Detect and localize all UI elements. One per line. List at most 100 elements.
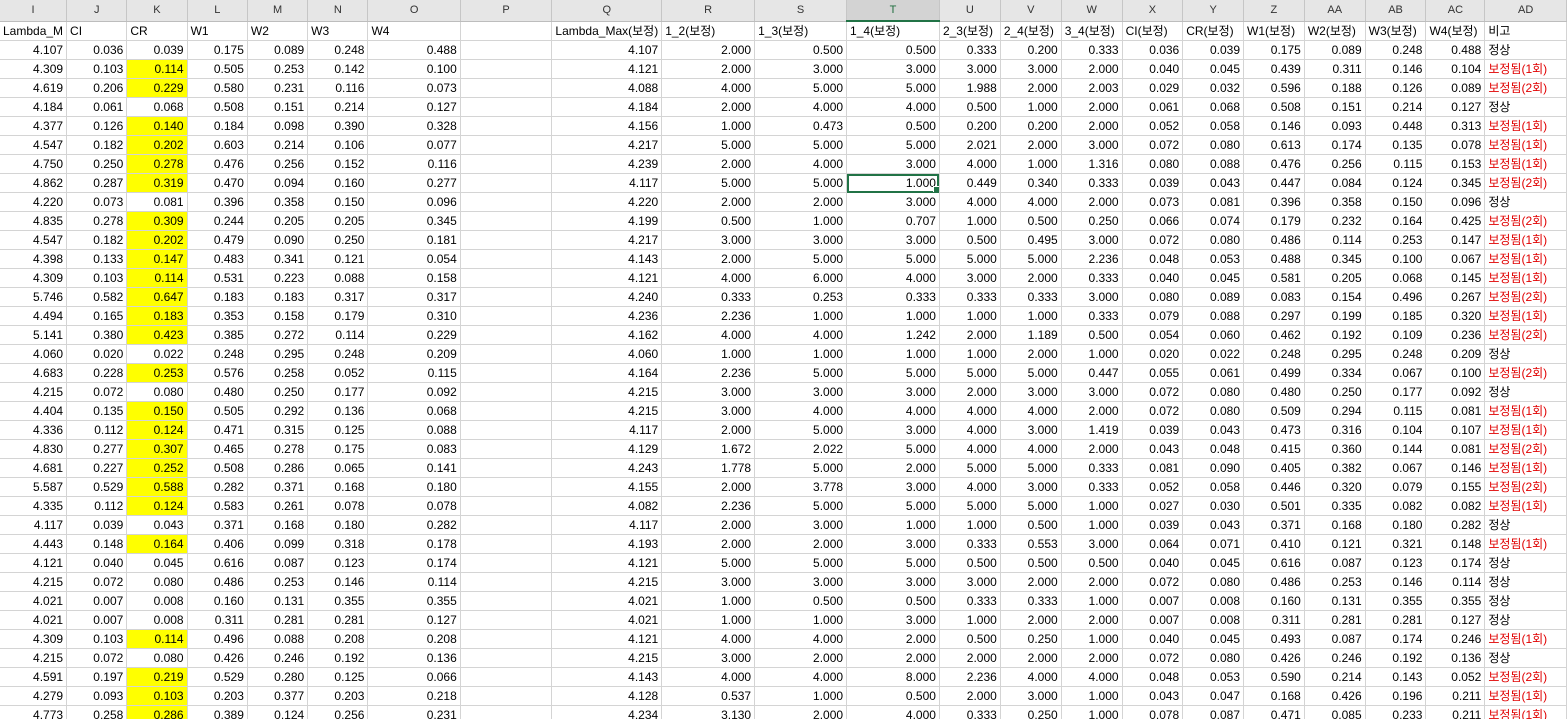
- cell-aa[interactable]: 0.114: [1304, 230, 1366, 250]
- cell-ac[interactable]: 0.104: [1425, 59, 1486, 79]
- cell-z[interactable]: 0.596: [1243, 78, 1305, 98]
- cell-q[interactable]: 4.215: [551, 648, 663, 668]
- cell-ad[interactable]: 보정됨(1회): [1484, 230, 1567, 250]
- cell-k[interactable]: 0.008: [126, 591, 188, 611]
- cell-r[interactable]: 2.236: [661, 306, 756, 326]
- cell-aa[interactable]: 0.345: [1304, 249, 1366, 269]
- cell-ac[interactable]: 0.313: [1425, 116, 1486, 136]
- cell-q[interactable]: 4.215: [551, 382, 663, 402]
- cell-y[interactable]: 0.080: [1182, 401, 1245, 421]
- cell-s[interactable]: 4.000: [754, 629, 848, 649]
- cell-ac[interactable]: 0.100: [1425, 363, 1486, 383]
- cell-aa[interactable]: 0.320: [1304, 477, 1366, 497]
- cell-t[interactable]: 5.000: [846, 363, 940, 383]
- cell-u[interactable]: 0.500: [939, 230, 1001, 250]
- column-header-m[interactable]: M: [247, 0, 309, 22]
- cell-y[interactable]: 0.071: [1182, 534, 1245, 554]
- cell-u[interactable]: 0.333: [939, 591, 1001, 611]
- cell-ad[interactable]: 보정됨(1회): [1484, 705, 1567, 719]
- cell-ad[interactable]: 정상: [1484, 192, 1567, 212]
- cell-q[interactable]: 4.156: [551, 116, 663, 136]
- cell-w[interactable]: 2.000: [1061, 97, 1123, 117]
- cell-w[interactable]: 3.000: [1061, 230, 1123, 250]
- cell-q[interactable]: 4.155: [551, 477, 663, 497]
- cell-o[interactable]: 0.115: [367, 363, 461, 383]
- cell-ac[interactable]: 0.488: [1425, 40, 1486, 60]
- cell-z[interactable]: 0.613: [1243, 135, 1305, 155]
- cell-k[interactable]: 0.008: [126, 610, 188, 630]
- cell-u[interactable]: 0.333: [939, 534, 1001, 554]
- cell-v[interactable]: 5.000: [1000, 249, 1062, 269]
- cell-x[interactable]: 0.043: [1122, 439, 1184, 459]
- cell-p[interactable]: [460, 97, 553, 117]
- cell-o[interactable]: 0.077: [367, 135, 461, 155]
- cell-ad[interactable]: 정상: [1484, 553, 1567, 573]
- cell-ad[interactable]: 정상: [1484, 572, 1567, 592]
- cell-q[interactable]: 4.143: [551, 667, 663, 687]
- cell-t[interactable]: 4.000: [846, 97, 940, 117]
- cell-t[interactable]: 0.500: [846, 40, 940, 60]
- cell-q[interactable]: 4.129: [551, 439, 663, 459]
- cell-n[interactable]: 0.248: [307, 40, 369, 60]
- cell-k[interactable]: 0.114: [126, 629, 188, 649]
- cell-u[interactable]: 2.021: [939, 135, 1001, 155]
- cell-i[interactable]: 4.750: [0, 154, 68, 174]
- cell-r[interactable]: 4.000: [661, 667, 756, 687]
- cell-u[interactable]: 5.000: [939, 249, 1001, 269]
- cell-z[interactable]: 0.396: [1243, 192, 1305, 212]
- cell-t[interactable]: 3.000: [846, 230, 940, 250]
- cell-ad[interactable]: 정상: [1484, 97, 1567, 117]
- cell-n[interactable]: 0.114: [307, 325, 369, 345]
- cell-x[interactable]: 0.064: [1122, 534, 1184, 554]
- cell-k[interactable]: 0.286: [126, 705, 188, 719]
- cell-ac[interactable]: 0.092: [1425, 382, 1486, 402]
- cell-aa[interactable]: 0.382: [1304, 458, 1366, 478]
- cell-l[interactable]: 0.282: [187, 477, 248, 497]
- cell-p[interactable]: [460, 477, 553, 497]
- cell-z[interactable]: 0.410: [1243, 534, 1305, 554]
- cell-n[interactable]: 0.180: [307, 515, 369, 535]
- cell-l[interactable]: 0.389: [187, 705, 248, 719]
- cell-p[interactable]: [460, 648, 553, 668]
- cell-l[interactable]: 0.470: [187, 173, 248, 193]
- cell-p[interactable]: [460, 705, 553, 719]
- cell-ab[interactable]: 0.196: [1365, 686, 1427, 706]
- cell-k[interactable]: 0.103: [126, 686, 188, 706]
- cell-r[interactable]: 5.000: [661, 173, 756, 193]
- cell-p[interactable]: [460, 439, 553, 459]
- cell-i[interactable]: 4.215: [0, 648, 68, 668]
- cell-o[interactable]: 0.345: [367, 211, 461, 231]
- cell-k[interactable]: 0.183: [126, 306, 188, 326]
- spreadsheet-grid[interactable]: I J K L M N O P Q R S T U V W X Y Z AA AB AC AD Lambda_M CI CR W…: [0, 0, 1567, 719]
- cell-aa[interactable]: 0.294: [1304, 401, 1366, 421]
- cell-p[interactable]: [460, 363, 553, 383]
- cell-w[interactable]: 2.000: [1061, 192, 1123, 212]
- cell-y[interactable]: 0.080: [1182, 382, 1245, 402]
- cell-j[interactable]: 0.278: [66, 211, 128, 231]
- cell-r[interactable]: 3.000: [661, 648, 756, 668]
- cell-aa[interactable]: 0.085: [1304, 705, 1366, 719]
- column-header-x[interactable]: X: [1122, 0, 1184, 22]
- cell-v[interactable]: 2.000: [1000, 572, 1062, 592]
- cell-ab[interactable]: 0.150: [1365, 192, 1427, 212]
- header-cell-ac[interactable]: W4(보정): [1425, 21, 1486, 41]
- cell-ac[interactable]: 0.082: [1425, 496, 1486, 516]
- cell-n[interactable]: 0.318: [307, 534, 369, 554]
- cell-ad[interactable]: 정상: [1484, 382, 1567, 402]
- cell-r[interactable]: 3.000: [661, 572, 756, 592]
- cell-aa[interactable]: 0.232: [1304, 211, 1366, 231]
- cell-x[interactable]: 0.040: [1122, 553, 1184, 573]
- cell-r[interactable]: 0.333: [661, 287, 756, 307]
- cell-i[interactable]: 4.215: [0, 572, 68, 592]
- cell-i[interactable]: 4.835: [0, 211, 68, 231]
- cell-ac[interactable]: 0.145: [1425, 268, 1486, 288]
- cell-n[interactable]: 0.168: [307, 477, 369, 497]
- cell-l[interactable]: 0.529: [187, 667, 248, 687]
- cell-p[interactable]: [460, 59, 553, 79]
- cell-y[interactable]: 0.068: [1182, 97, 1245, 117]
- cell-q[interactable]: 4.121: [551, 59, 663, 79]
- header-cell-m[interactable]: W2: [247, 21, 309, 41]
- cell-j[interactable]: 0.103: [66, 629, 128, 649]
- cell-z[interactable]: 0.480: [1243, 382, 1305, 402]
- cell-ad[interactable]: 보정됨(2회): [1484, 439, 1567, 459]
